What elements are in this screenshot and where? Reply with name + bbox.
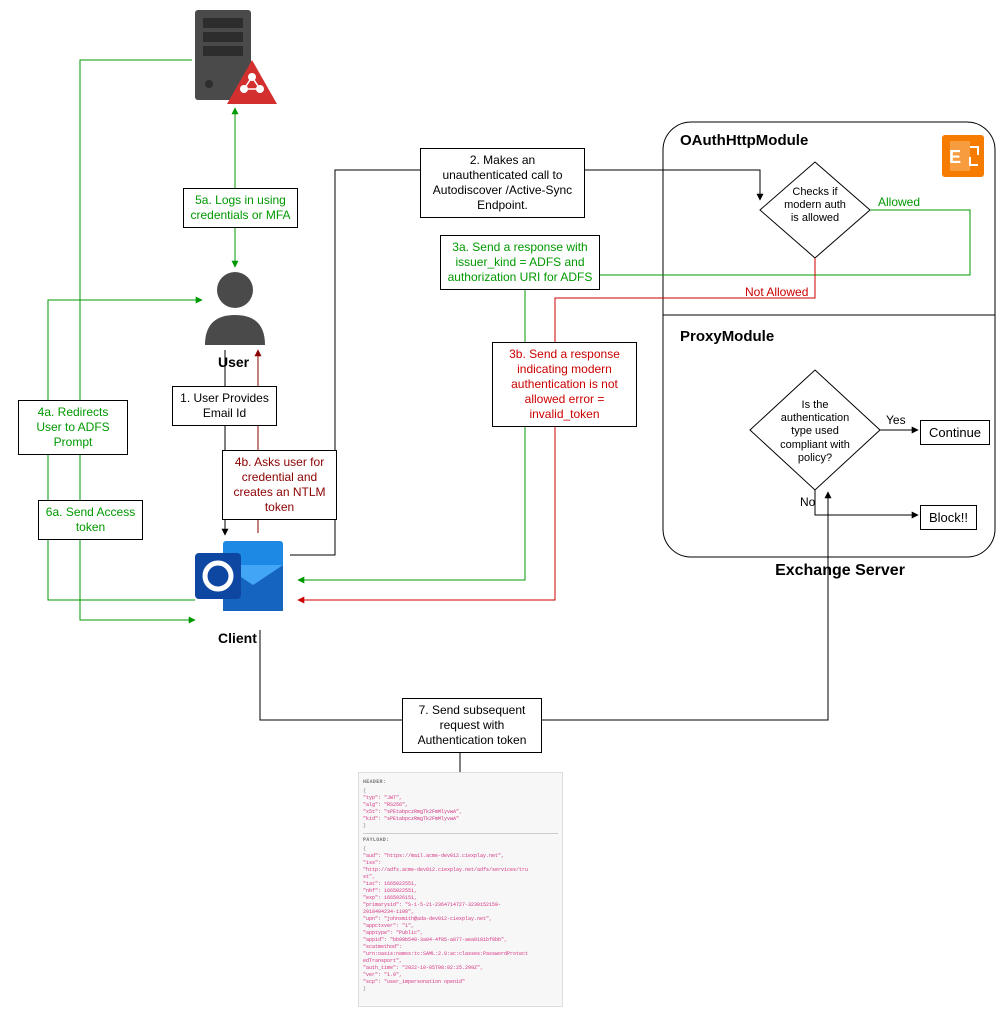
step-7: 7. Send subsequent request with Authenti… — [402, 698, 542, 753]
decision-modern-auth-text: Checks if modern auth is allowed — [782, 186, 848, 226]
diagram-stage: E User Client OAuthHttpModule ProxyModul… — [0, 0, 1005, 1024]
step-4b: 4b. Asks user for credential and creates… — [222, 450, 337, 520]
token-code-panel: HEADER: { "typ": "JWT", "alg": "RS256", … — [358, 772, 563, 1007]
step-3a: 3a. Send a response with issuer_kind = A… — [440, 235, 600, 290]
svg-text:E: E — [949, 147, 961, 167]
block-box: Block!! — [920, 505, 977, 530]
token-payload-label: PAYLOAD: — [363, 837, 558, 844]
oauth-module-heading: OAuthHttpModule — [680, 132, 808, 149]
branch-allowed: Allowed — [878, 195, 920, 209]
exchange-server-label: Exchange Server — [740, 562, 940, 580]
proxy-module-heading: ProxyModule — [680, 328, 774, 345]
branch-not-allowed: Not Allowed — [745, 285, 808, 299]
token-payload-body: { "aud": "https://mail.acme-dev012.ciexp… — [363, 846, 558, 993]
step-5a: 5a. Logs in using credentials or MFA — [183, 188, 298, 228]
step-3b: 3b. Send a response indicating modern au… — [492, 342, 637, 427]
token-header-label: HEADER: — [363, 779, 558, 786]
token-header-body: { "typ": "JWT", "alg": "RS256", "x5t": "… — [363, 788, 558, 830]
client-outlook-icon — [195, 541, 283, 611]
branch-no: No — [800, 495, 815, 509]
user-icon — [205, 272, 265, 345]
step-1: 1. User Provides Email Id — [172, 386, 277, 426]
step-6a: 6a. Send Access token — [38, 500, 143, 540]
continue-box: Continue — [920, 420, 990, 445]
decision-policy-text: Is the authentication type used complian… — [770, 399, 860, 465]
branch-yes: Yes — [886, 413, 906, 427]
step-4a: 4a. Redirects User to ADFS Prompt — [18, 400, 128, 455]
exchange-logo-icon: E — [942, 135, 984, 177]
step-2: 2. Makes an unauthenticated call to Auto… — [420, 148, 585, 218]
client-label: Client — [218, 630, 257, 646]
user-label: User — [218, 354, 249, 370]
